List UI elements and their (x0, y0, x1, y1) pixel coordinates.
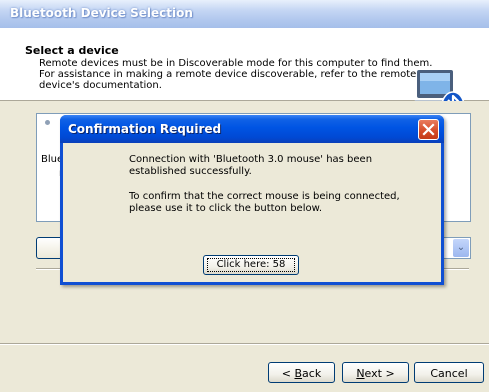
back-access-key: B (294, 367, 303, 380)
close-icon (422, 123, 435, 136)
confirmation-dialog: Confirmation Required Connection with 'B… (60, 115, 444, 285)
window-title: Bluetooth Device Selection (10, 6, 193, 20)
wizard-header: Select a device Remote devices must be i… (0, 28, 489, 121)
back-prefix: < (281, 367, 295, 380)
next-label: ext (364, 367, 382, 380)
dialog-close-button[interactable] (418, 119, 439, 140)
chevron-down-icon[interactable]: ⌄ (453, 239, 469, 257)
cancel-button[interactable]: Cancel (414, 362, 484, 383)
page-description: Remote devices must be in Discoverable m… (39, 58, 433, 91)
dialog-title: Confirmation Required (68, 122, 222, 136)
page-heading: Select a device (25, 44, 119, 57)
connection-message: Connection with 'Bluetooth 3.0 mouse' ha… (129, 154, 373, 177)
next-button[interactable]: Next > (342, 362, 409, 383)
dialog-titlebar[interactable]: Confirmation Required (60, 115, 444, 143)
focus-rect (207, 258, 295, 272)
click-here-button[interactable]: Click here: 58 (203, 255, 299, 275)
back-label: ack (302, 367, 322, 380)
window-titlebar[interactable]: Bluetooth Device Selection (0, 0, 489, 28)
dialog-body: Connection with 'Bluetooth 3.0 mouse' ha… (63, 143, 441, 282)
instruction-message: To confirm that the correct mouse is bei… (129, 191, 400, 214)
description-line: For assistance in making a remote device… (39, 69, 417, 80)
next-access-key: N (356, 367, 365, 380)
description-line: device's documentation. (39, 80, 162, 91)
next-suffix: > (381, 367, 395, 380)
device-icon (45, 120, 50, 125)
description-line: Remote devices must be in Discoverable m… (39, 58, 433, 69)
back-button[interactable]: < Back (268, 362, 335, 383)
footer-divider (0, 343, 489, 345)
